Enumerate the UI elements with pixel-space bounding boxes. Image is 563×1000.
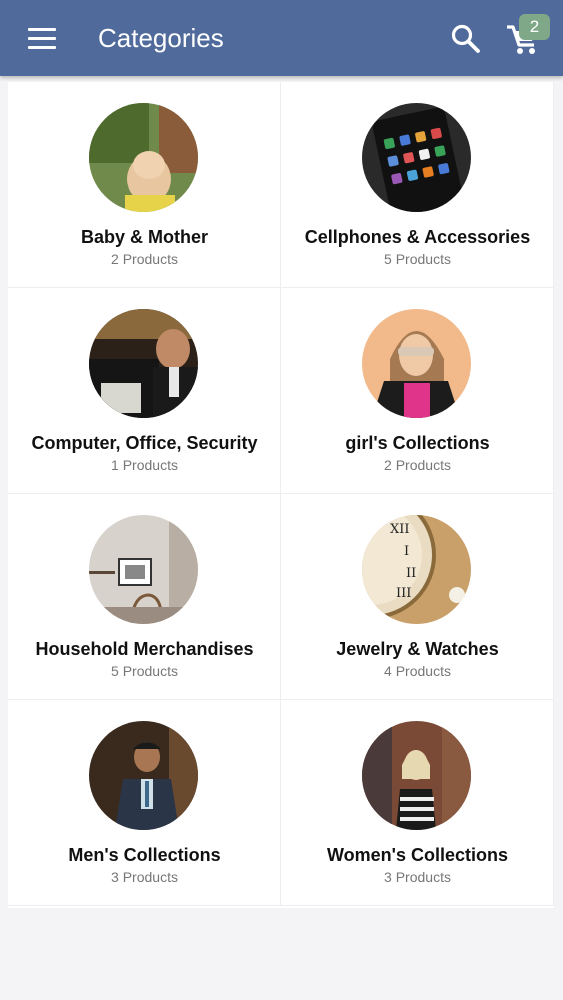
category-card-womens-collections[interactable]: Women's Collections 3 Products [281,700,554,906]
page-title: Categories [98,23,224,53]
search-button[interactable] [449,22,483,56]
category-image [89,103,198,212]
category-count: 2 Products [384,457,451,473]
category-count: 5 Products [384,251,451,267]
category-image [362,309,471,418]
category-name: girl's Collections [345,433,490,453]
category-card-household[interactable]: Household Merchandises 5 Products [8,494,281,700]
category-count: 4 Products [384,663,451,679]
category-card-cellphones[interactable]: Cellphones & Accessories 5 Products [281,82,554,288]
category-image: XII I II III [362,515,471,624]
category-image [89,721,198,830]
category-card-computer-office[interactable]: Computer, Office, Security 1 Products [8,288,281,494]
category-image [362,721,471,830]
category-card-girls-collections[interactable]: girl's Collections 2 Products [281,288,554,494]
menu-icon-line [28,28,56,31]
category-card-jewelry-watches[interactable]: XII I II III Jewelry & Watches 4 Product… [281,494,554,700]
category-image [89,309,198,418]
category-name: Computer, Office, Security [31,433,258,453]
category-card-mens-collections[interactable]: Men's Collections 3 Products [8,700,281,906]
category-image [89,515,198,624]
category-card-baby-mother[interactable]: Baby & Mother 2 Products [8,82,281,288]
category-name: Men's Collections [68,845,221,865]
cart-count-badge: 2 [519,14,550,40]
svg-text:XII: XII [390,522,410,537]
svg-text:I: I [404,544,409,559]
svg-text:III: III [396,586,411,601]
category-name: Baby & Mother [80,227,208,247]
menu-button[interactable] [28,26,58,50]
category-count: 5 Products [111,663,178,679]
category-count: 3 Products [384,869,451,885]
category-name: Household Merchandises [35,639,254,659]
menu-icon-line [28,46,56,49]
category-image [362,103,471,212]
category-grid: Baby & Mother 2 Products Cellphones & Ac… [8,82,554,908]
category-name: Women's Collections [327,845,508,865]
app-bar: Categories 2 [0,0,563,76]
category-name: Cellphones & Accessories [304,227,531,247]
category-name: Jewelry & Watches [336,639,499,659]
menu-icon-line [28,37,56,40]
search-icon [451,24,480,53]
category-count: 1 Products [111,457,178,473]
svg-text:II: II [406,566,416,581]
category-count: 2 Products [111,251,178,267]
category-count: 3 Products [111,869,178,885]
